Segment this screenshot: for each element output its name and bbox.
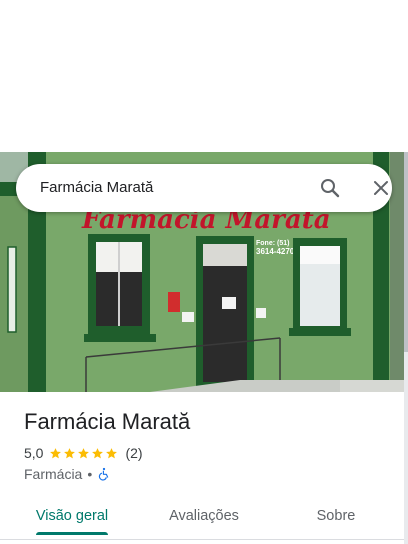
reviews-count[interactable]: (2): [125, 445, 142, 461]
wheelchair-accessible-icon: [99, 467, 109, 481]
scrollbar[interactable]: [404, 152, 408, 544]
star-icon: [50, 447, 62, 458]
scrollbar-thumb[interactable]: [404, 152, 408, 352]
rating-row[interactable]: 5,0 (2): [24, 444, 143, 462]
rating-value: 5,0: [24, 445, 44, 461]
search-input[interactable]: Farmácia Marată: [40, 179, 153, 196]
tab-bar: Visão geral Avaliações Sobre: [0, 496, 404, 538]
separator-dot: •: [87, 466, 93, 482]
tab-overview[interactable]: Visão geral: [24, 496, 120, 536]
place-category: Farmácia: [24, 466, 83, 482]
star-icon: [78, 447, 90, 458]
tabs-divider: [0, 539, 404, 540]
star-icon: [64, 447, 76, 458]
rating-stars: [49, 447, 119, 460]
star-icon: [92, 447, 104, 458]
map-empty-area: [0, 0, 408, 152]
star-icon: [106, 447, 118, 458]
tab-about[interactable]: Sobre: [296, 496, 376, 536]
active-tab-indicator: [36, 532, 108, 535]
close-icon[interactable]: [369, 176, 393, 200]
category-row: Farmácia •: [24, 465, 111, 483]
place-title: Farmácia Marată: [24, 409, 191, 434]
phone-number-text: 3614-4270: [256, 247, 295, 256]
search-icon[interactable]: [318, 176, 342, 200]
tab-reviews[interactable]: Avaliações: [156, 496, 252, 536]
phone-label-text: Fone: (51): [256, 240, 289, 247]
search-bar[interactable]: Farmácia Marată: [16, 164, 392, 212]
